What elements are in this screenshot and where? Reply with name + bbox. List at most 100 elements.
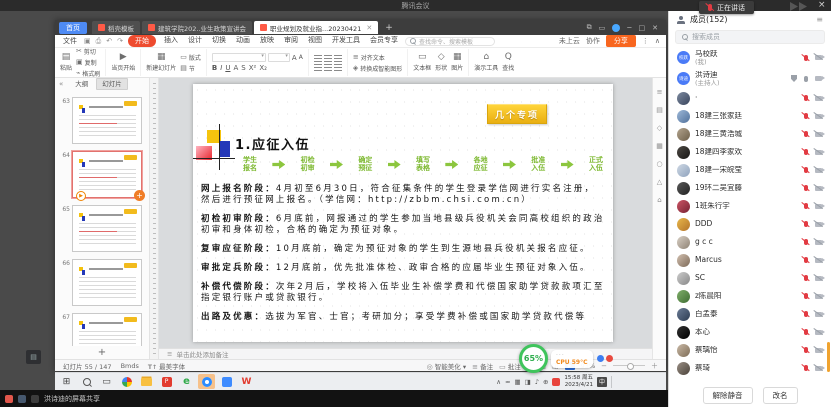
number-list-icon[interactable] — [324, 55, 332, 62]
camera-off-icon[interactable] — [815, 312, 822, 317]
cut-button[interactable]: ✂剪切 — [76, 48, 100, 56]
zoom-slider[interactable] — [613, 365, 645, 366]
subscript-button[interactable]: X₂ — [259, 64, 267, 72]
mic-muted-icon[interactable] — [804, 203, 808, 209]
member-row[interactable]: g c c — [669, 233, 831, 251]
cloud-status[interactable]: 未上云 — [559, 36, 580, 46]
wps-writer-icon[interactable]: W — [238, 374, 255, 389]
tray-360-badge-icon[interactable] — [552, 378, 560, 386]
camera-off-icon[interactable] — [815, 258, 822, 263]
tray-update-icon[interactable]: ⊕ — [543, 378, 548, 386]
camera-off-icon[interactable] — [815, 150, 822, 155]
collapse-panel-icon[interactable]: « — [59, 80, 63, 88]
taskbar-clock[interactable]: 15:58 周五 2023/4/21 — [564, 375, 593, 388]
menu-item-2[interactable]: 设计 — [186, 35, 204, 47]
share-button[interactable]: 分享 — [606, 35, 636, 47]
close-panel-icon[interactable]: × — [818, 0, 826, 11]
mic-muted-icon[interactable] — [804, 293, 808, 299]
new-slide-button[interactable]: ▦新建幻灯片 — [146, 53, 176, 72]
menu-item-1[interactable]: 插入 — [162, 35, 180, 47]
menu-item-0[interactable]: 开始 — [128, 35, 156, 47]
align-left-icon[interactable] — [314, 64, 322, 71]
camera-off-icon[interactable] — [815, 348, 822, 353]
tray-volume-icon[interactable]: ♪ — [535, 378, 539, 386]
collapse-ribbon-icon[interactable]: ∧ — [655, 37, 660, 45]
layout-switch-icon[interactable]: ⧉ — [587, 23, 592, 32]
member-row[interactable]: 蔡璃怡 — [669, 341, 831, 359]
sidebar-shape-icon[interactable]: ◇ — [657, 124, 662, 132]
menu-item-8[interactable]: 开发工具 — [330, 35, 362, 47]
member-row[interactable]: 18建三黄浩城 — [669, 125, 831, 143]
print-icon[interactable]: ⎙ — [96, 37, 102, 46]
tray-display-icon[interactable]: ▦ — [514, 378, 520, 386]
mic-muted-icon[interactable] — [804, 221, 808, 227]
sidebar-circle-icon[interactable]: ○ — [656, 160, 662, 168]
member-row[interactable]: 18建一宋皖莹 — [669, 161, 831, 179]
notes-toggle[interactable]: ≡ 备注 — [472, 361, 493, 371]
camera-off-icon[interactable] — [815, 276, 822, 281]
tray-network-icon[interactable]: ◨ — [525, 378, 531, 386]
close-window-button[interactable]: ✕ — [652, 24, 658, 32]
search-icon[interactable] — [78, 374, 95, 389]
align-center-icon[interactable] — [324, 64, 332, 71]
thumbnail-item[interactable]: 66 — [58, 259, 146, 306]
play-current-button[interactable]: ▶当页开始 — [111, 53, 135, 72]
slide-thumbnail[interactable] — [72, 205, 142, 252]
mic-muted-icon[interactable] — [804, 113, 808, 119]
shapes-button[interactable]: ◇形状 — [435, 53, 447, 72]
member-row[interactable]: 本心 — [669, 323, 831, 341]
camera-off-icon[interactable] — [815, 222, 822, 227]
member-row[interactable]: z陈晨阳 — [669, 287, 831, 305]
tencent-meeting-icon[interactable] — [198, 374, 215, 389]
bullet-list-icon[interactable] — [314, 55, 322, 62]
close-tab-icon[interactable]: ✕ — [366, 24, 372, 32]
camera-off-icon[interactable] — [815, 96, 822, 101]
mic-muted-icon[interactable] — [804, 95, 808, 101]
member-row[interactable]: 18建四李家欢 — [669, 143, 831, 161]
camera-off-icon[interactable] — [815, 186, 822, 191]
thumb-add-button[interactable]: + — [134, 190, 145, 201]
mic-muted-icon[interactable] — [804, 329, 808, 335]
member-row[interactable]: Marcus — [669, 251, 831, 269]
member-row[interactable]: 白孟泰 — [669, 305, 831, 323]
mic-muted-icon[interactable] — [804, 185, 808, 191]
camera-off-icon[interactable] — [815, 294, 822, 299]
thumb-play-button[interactable]: ▶ — [76, 191, 86, 201]
mic-muted-icon[interactable] — [804, 275, 808, 281]
wps-home-tab[interactable]: 首页 — [59, 22, 87, 34]
camera-off-icon[interactable] — [815, 168, 822, 173]
underline-button[interactable]: U — [225, 64, 230, 72]
mic-muted-icon[interactable] — [804, 257, 808, 263]
font-size-select[interactable] — [268, 53, 290, 62]
memory-percent-ring[interactable]: 65% — [519, 344, 548, 373]
paste-button[interactable]: ▤粘贴 — [60, 53, 72, 72]
tray-wave-icon[interactable]: ≈ — [505, 378, 510, 386]
mic-indicator-icon[interactable] — [31, 395, 39, 403]
member-list-scrollbar[interactable] — [827, 342, 830, 372]
show-desktop-button[interactable] — [611, 376, 615, 388]
floating-panel-icon[interactable]: ▤ — [26, 350, 41, 364]
member-row[interactable]: 19环二吴宜藤 — [669, 179, 831, 197]
superscript-button[interactable]: X² — [249, 64, 257, 72]
new-tab-button[interactable]: + — [385, 23, 393, 33]
mic-muted-icon[interactable] — [804, 347, 808, 353]
sidebar-panel-icon[interactable]: ▤ — [656, 106, 663, 114]
sidebar-list-icon[interactable]: ≡ — [657, 88, 663, 96]
layout-button[interactable]: ▭版式 — [180, 53, 201, 62]
document-tab[interactable]: 稻壳模板 — [92, 21, 140, 34]
indent-icon[interactable] — [334, 55, 342, 62]
camera-off-icon[interactable] — [815, 132, 822, 137]
find-button[interactable]: Q查找 — [502, 53, 514, 72]
menu-item-6[interactable]: 审阅 — [282, 35, 300, 47]
task-view-icon[interactable]: ▭ — [98, 374, 115, 389]
align-right-icon[interactable] — [334, 64, 342, 71]
workspace-icon[interactable]: ▭ — [599, 24, 606, 32]
camera-off-icon[interactable] — [815, 204, 822, 209]
copy-button[interactable]: ▣复制 — [76, 58, 100, 67]
thumbnail-item[interactable]: 65 — [58, 205, 146, 252]
menu-item-5[interactable]: 放映 — [258, 35, 276, 47]
thumbnail-item[interactable]: 64▶+ — [58, 151, 146, 198]
camera-icon[interactable] — [815, 76, 822, 81]
slide[interactable]: 几个专项 1.应征入伍 学生报名初检初审确定预征填写表格各地应征批准入伍正式入伍… — [193, 84, 613, 342]
slide-thumbnail[interactable] — [72, 97, 142, 144]
